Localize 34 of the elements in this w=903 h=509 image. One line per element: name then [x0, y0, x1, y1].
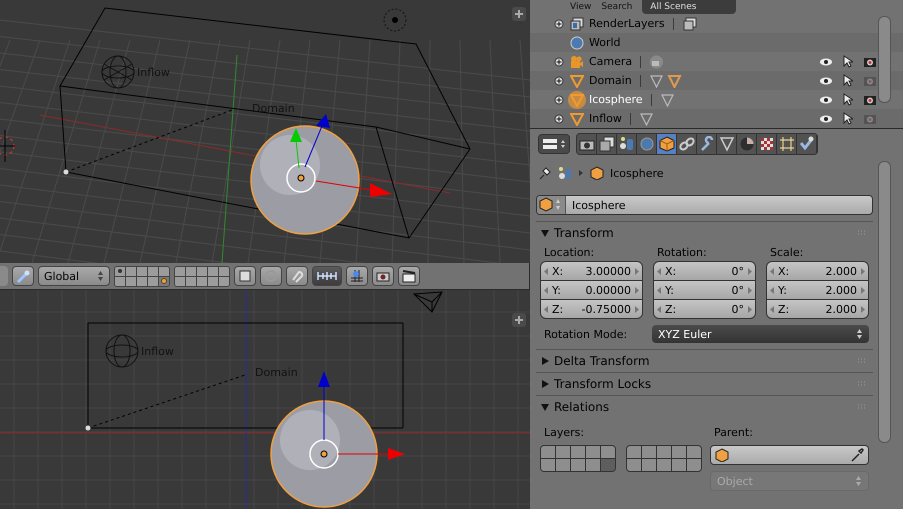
object-label: Inflow	[137, 66, 170, 79]
field-label: Scale:	[769, 246, 804, 259]
field-label: Location:	[543, 246, 596, 259]
field-label: Rotation:	[656, 246, 708, 259]
scene-dropdown[interactable]: All Scenes	[642, 0, 736, 14]
outliner-item[interactable]: Inflow	[589, 112, 622, 125]
panel-header[interactable]: Relations	[536, 396, 873, 418]
number-field[interactable]: Z: -0.75000	[541, 300, 642, 318]
number-field[interactable]: X: 0°	[654, 262, 755, 280]
number-field[interactable]: Z: 2.000	[767, 300, 868, 318]
panel-header[interactable]: Transform	[536, 222, 873, 244]
outliner-item[interactable]: RenderLayers	[589, 17, 665, 30]
orientation-dropdown[interactable]: Global	[38, 266, 110, 286]
panel-header[interactable]: Transform Locks	[536, 373, 873, 395]
breadcrumb-text: Icosphere	[610, 166, 664, 180]
number-field[interactable]: Y: 0°	[654, 281, 755, 299]
field-label: Parent:	[713, 426, 754, 439]
outliner-item[interactable]: Icosphere	[589, 93, 643, 106]
number-field[interactable]: X: 3.00000	[541, 262, 642, 280]
menu-item[interactable]: View	[570, 0, 592, 14]
number-field[interactable]: Y: 2.000	[767, 281, 868, 299]
number-field[interactable]: Y: 0.00000	[541, 281, 642, 299]
rotation-mode-dropdown[interactable]: XYZ Euler	[652, 325, 869, 343]
number-field[interactable]: X: 2.000	[767, 262, 868, 280]
number-field[interactable]: Z: 0°	[654, 300, 755, 318]
outliner-item[interactable]: Domain	[589, 74, 632, 87]
menu-item[interactable]: Search	[601, 0, 632, 14]
field-label: Rotation Mode:	[543, 328, 628, 340]
outliner-item[interactable]: Camera	[589, 55, 632, 68]
outliner-item[interactable]: World	[589, 36, 621, 49]
object-label: Domain	[252, 102, 295, 115]
object-name-field[interactable]: Icosphere	[536, 195, 873, 215]
panel-header[interactable]: Delta Transform	[536, 350, 873, 372]
field-label: Layers:	[543, 426, 586, 439]
